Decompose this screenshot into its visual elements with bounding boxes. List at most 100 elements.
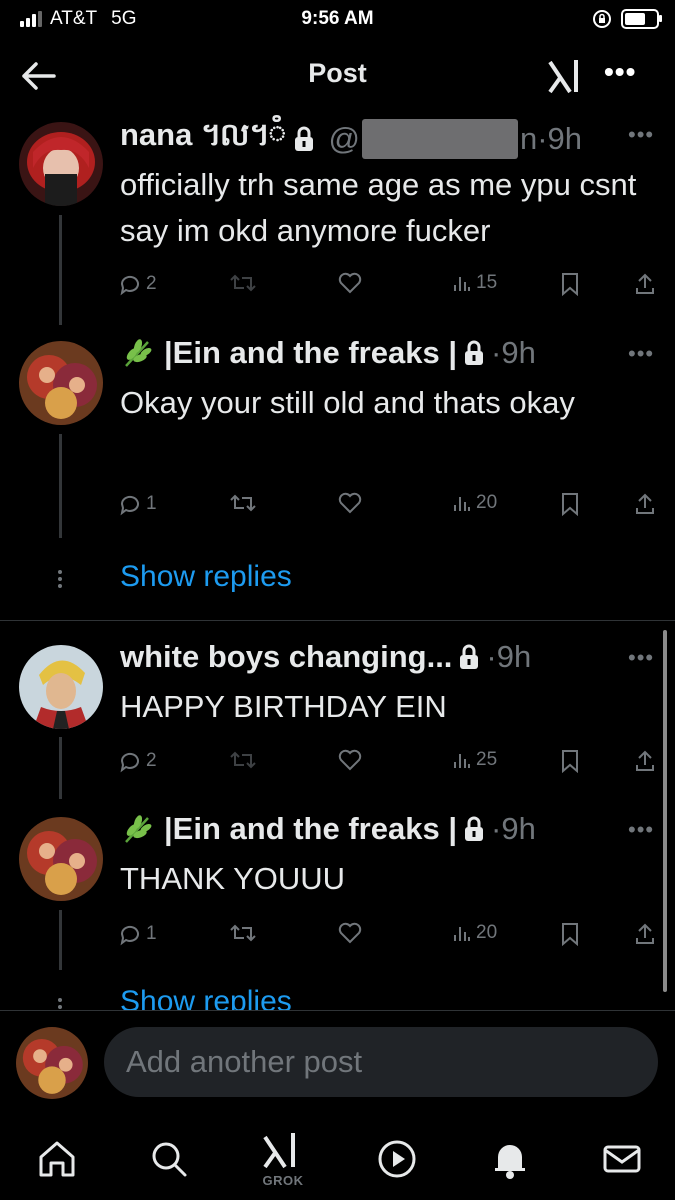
herb-icon (125, 339, 152, 367)
views-button[interactable]: 25 (452, 749, 497, 771)
bookmark-icon (562, 750, 578, 773)
post-text: HAPPY BIRTHDAY EIN (120, 689, 447, 724)
post-more-icon[interactable]: ••• (628, 341, 654, 367)
battery-icon (621, 9, 662, 29)
reply-button[interactable]: 2 (118, 749, 157, 773)
bookmark-button[interactable] (560, 272, 580, 296)
views-button[interactable]: 20 (452, 922, 497, 944)
share-button[interactable] (634, 272, 656, 296)
share-button[interactable] (634, 492, 656, 516)
lock-icon (294, 126, 313, 151)
repost-button[interactable] (230, 922, 256, 944)
scrollbar[interactable] (663, 630, 667, 992)
home-icon[interactable] (33, 1135, 81, 1183)
reply-count: 2 (146, 273, 157, 294)
views-icon (454, 277, 470, 291)
avatar[interactable] (19, 122, 103, 206)
views-count: 20 (476, 492, 498, 513)
post-time: ·9h (491, 811, 536, 846)
screen: AT&T 5G 9:56 AM Post ••• nana ៘៓ @ n ·9h… (0, 0, 675, 1200)
show-replies-link[interactable]: Show replies (120, 560, 292, 594)
xai-logo-icon[interactable] (546, 54, 590, 98)
avatar[interactable] (16, 1027, 88, 1099)
orientation-lock-icon (593, 10, 611, 28)
display-name[interactable]: white boys changing... (120, 639, 452, 675)
repost-icon (230, 274, 256, 292)
handle-suffix: n (519, 120, 538, 156)
top-bar: Post ••• (0, 40, 675, 112)
video-icon[interactable] (373, 1135, 421, 1183)
post-text: THANK YOUUU (120, 861, 346, 896)
post-header: nana ៘៓ @ n ·9h (120, 116, 582, 161)
repost-button[interactable] (230, 492, 256, 514)
repost-icon (230, 751, 256, 769)
reply-count: 1 (146, 923, 157, 944)
thread-line (59, 434, 62, 538)
bookmark-button[interactable] (560, 492, 580, 516)
views-icon (454, 927, 470, 941)
repost-icon (230, 494, 256, 512)
reply-count: 1 (146, 493, 157, 514)
reply-icon (120, 752, 139, 773)
reply-button[interactable]: 2 (118, 272, 157, 296)
views-button[interactable]: 15 (452, 272, 497, 294)
repost-button[interactable] (230, 272, 256, 294)
bookmark-button[interactable] (560, 749, 580, 773)
clock: 9:56 AM (301, 8, 374, 29)
post-actions: 2 25 (118, 749, 663, 779)
post-header: |Ein and the freaks | ·9h (120, 811, 536, 847)
share-button[interactable] (634, 922, 656, 946)
grok-icon[interactable] (259, 1127, 307, 1175)
like-button[interactable] (338, 922, 362, 944)
post-more-icon[interactable]: ••• (628, 122, 654, 148)
heart-icon (338, 492, 362, 514)
lock-icon (465, 816, 483, 841)
share-icon (636, 493, 654, 514)
search-icon[interactable] (145, 1135, 193, 1183)
divider (0, 620, 675, 621)
post-time: ·9h (486, 639, 532, 674)
display-name[interactable]: |Ein and the freaks | (164, 335, 457, 371)
reply-composer: Add another post (0, 1010, 675, 1116)
bookmark-icon (562, 273, 578, 296)
heart-icon (338, 272, 362, 294)
share-icon (636, 750, 654, 771)
display-name[interactable]: |Ein and the freaks | (164, 811, 457, 847)
views-count: 15 (476, 272, 498, 293)
views-count: 25 (476, 749, 498, 770)
views-button[interactable]: 20 (452, 492, 497, 514)
reply-button[interactable]: 1 (118, 922, 157, 946)
repost-button[interactable] (230, 749, 256, 771)
like-button[interactable] (338, 749, 362, 771)
bottom-tab-bar: GROK (0, 1115, 675, 1200)
avatar[interactable] (19, 341, 103, 425)
lock-icon (460, 644, 479, 669)
post-more-icon[interactable]: ••• (628, 645, 654, 671)
thread-line (59, 910, 62, 970)
add-post-input[interactable]: Add another post (104, 1027, 658, 1097)
post-header: white boys changing... ·9h (120, 639, 531, 675)
post-more-icon[interactable]: ••• (628, 817, 654, 843)
avatar[interactable] (19, 645, 103, 729)
like-button[interactable] (338, 492, 362, 514)
more-horizontal-icon[interactable]: ••• (604, 58, 644, 92)
lock-icon (465, 340, 483, 365)
notifications-icon[interactable] (486, 1135, 534, 1183)
reply-count: 2 (146, 750, 157, 771)
reply-icon (120, 275, 139, 296)
bookmark-button[interactable] (560, 922, 580, 946)
avatar[interactable] (19, 817, 103, 901)
heart-icon (338, 922, 362, 944)
post-actions: 2 15 (118, 272, 663, 302)
views-icon (454, 754, 470, 768)
display-name[interactable]: nana ៘៓ (120, 116, 287, 161)
reply-icon (120, 925, 139, 946)
messages-icon[interactable] (598, 1135, 646, 1183)
post-time: ·9h (537, 120, 583, 156)
handle-prefix: @ (328, 120, 360, 156)
post-time: ·9h (491, 335, 536, 370)
like-button[interactable] (338, 272, 362, 294)
reply-button[interactable]: 1 (118, 492, 157, 516)
post-actions: 1 20 (118, 922, 663, 952)
share-button[interactable] (634, 749, 656, 773)
